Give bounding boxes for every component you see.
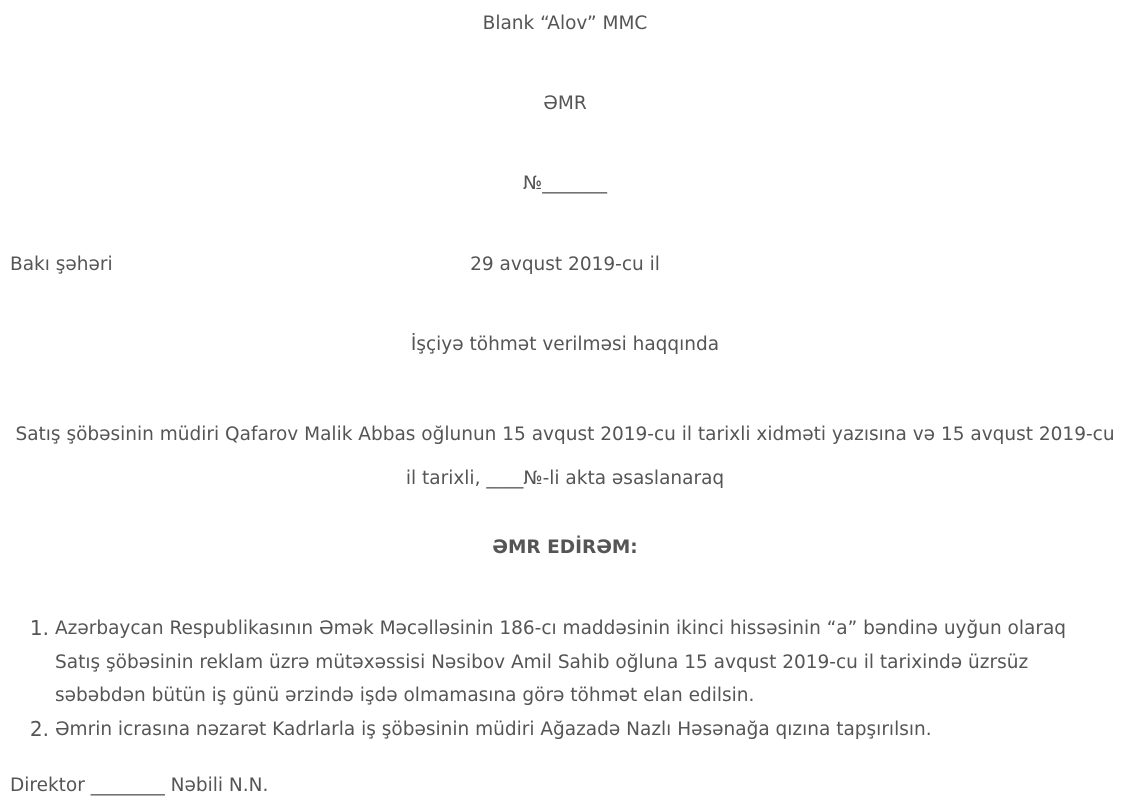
order-item: 2. Əmrin icrasına nəzarət Kadrlarla iş ş…	[20, 713, 1110, 747]
order-item-number: 2.	[29, 716, 49, 741]
order-item-text: Azərbaycan Respublikasının Əmək Məcəlləs…	[55, 618, 1067, 706]
order-command-heading: ƏMR EDİRƏM:	[492, 537, 638, 558]
order-basis: Satış şöbəsinin müdiri Qafarov Malik Abb…	[15, 424, 1115, 489]
company-name: Blank “Alov” MMC	[482, 13, 648, 34]
order-item-text: Əmrin icrasına nəzarət Kadrlarla iş şöbə…	[55, 718, 932, 740]
order-items-list: 1. Azərbaycan Respublikasının Əmək Məcəl…	[20, 612, 1110, 746]
order-title: ƏMR	[543, 93, 587, 114]
director-signature-line: Direktor ________ Nəbili N.N.	[10, 775, 269, 796]
order-document: Blank “Alov” MMC ƏMR №_______ Bakı şəhər…	[0, 0, 1146, 801]
order-item: 1. Azərbaycan Respublikasının Əmək Məcəl…	[20, 612, 1110, 713]
order-subject: İşçiyə töhmət verilməsi haqqında	[410, 334, 720, 355]
order-item-number: 1.	[29, 616, 49, 640]
order-date: 29 avqust 2019-cu il	[470, 254, 660, 275]
order-number: №_______	[523, 173, 607, 194]
